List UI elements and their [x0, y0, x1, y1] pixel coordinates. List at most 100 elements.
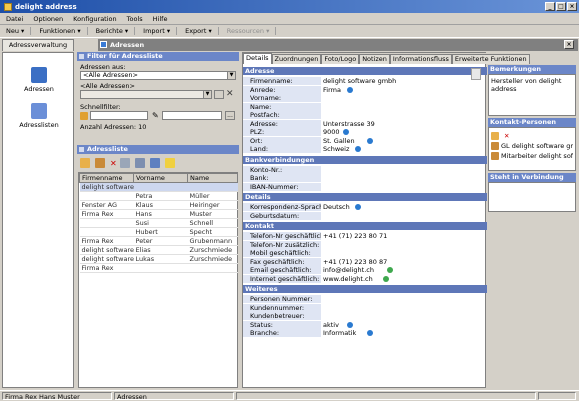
detail-row[interactable]: Konto-Nr.:	[243, 165, 487, 174]
info-icon[interactable]	[347, 321, 353, 328]
delete-icon[interactable]: ✕	[226, 89, 234, 99]
import-button[interactable]: Import ▾	[141, 27, 178, 35]
menu-konfiguration[interactable]: Konfiguration	[73, 15, 116, 23]
detail-row[interactable]: Email geschäftlich: info@delight.ch	[243, 266, 487, 274]
table-row[interactable]: Susi Schnell	[79, 218, 238, 228]
reports-button[interactable]: Berichte ▾	[94, 27, 136, 35]
bemerkungen-box[interactable]: Hersteller von delight address	[488, 74, 576, 116]
detail-row[interactable]: Korrespondenz-Sprache:Deutsch	[243, 203, 487, 211]
list-select[interactable]: ▼	[80, 90, 212, 99]
delete-icon[interactable]: ✕	[504, 132, 509, 140]
detail-row[interactable]: Branche: Informatik	[243, 329, 487, 337]
detail-row[interactable]: Internet geschäftlich: www.delight.ch	[243, 274, 487, 283]
info-icon[interactable]	[355, 204, 361, 210]
export-button[interactable]: Export ▾	[183, 27, 219, 35]
nav-item-adressen[interactable]: Adressen	[13, 67, 65, 93]
table-row[interactable]: delight software gmbh	[79, 182, 238, 192]
detail-row[interactable]: Telefon-Nr zusätzlich:	[243, 240, 487, 249]
pencil-icon[interactable]: ✎	[152, 111, 159, 120]
add-contact-icon[interactable]	[95, 158, 105, 168]
table-row[interactable]: Hubert Specht	[79, 227, 238, 237]
column-header-firmenname[interactable]: Firmenname	[79, 173, 134, 183]
table-row[interactable]: Firma Rex Hans Muster	[79, 209, 238, 219]
menu-optionen[interactable]: Optionen	[33, 15, 63, 23]
info-icon[interactable]	[343, 129, 349, 135]
kontakt-personen-box: ✕ GL delight software gmb Mitarbeiter de…	[488, 127, 576, 171]
resources-button[interactable]: Ressourcen ▾	[225, 27, 277, 35]
info-icon[interactable]	[355, 146, 361, 152]
detail-row[interactable]: Kundenbetreuer:	[243, 312, 487, 320]
edit-list-button[interactable]	[214, 90, 224, 99]
detail-row[interactable]: Vorname:	[243, 94, 487, 102]
maximize-button[interactable]: □	[556, 2, 566, 11]
info-icon[interactable]	[383, 275, 389, 282]
quick-filter-input-1[interactable]	[90, 111, 148, 120]
tab-notizen[interactable]: Notizen	[359, 54, 390, 64]
close-window-button[interactable]: ×	[567, 2, 577, 11]
table-row[interactable]: delight software gmbhLukasZurschmiede	[79, 254, 238, 264]
star-icon[interactable]	[164, 158, 175, 168]
detail-row[interactable]: Fax geschäftlich: +41 (71) 223 80 87	[243, 257, 487, 266]
tab-erweiterte-funktionen[interactable]: Erweiterte Funktionen	[451, 54, 530, 64]
address-list-icon	[31, 103, 47, 119]
copy-icon[interactable]	[134, 158, 145, 168]
detail-row[interactable]: PLZ: 9000	[243, 128, 487, 136]
detail-row[interactable]: Status: aktiv	[243, 320, 487, 329]
table-row[interactable]: Fenster AG Klaus Heiringer	[79, 200, 238, 210]
field-label: Geburtsdatum:	[243, 211, 321, 220]
info-icon[interactable]	[367, 137, 373, 144]
tab-foto-logo[interactable]: Foto/Logo	[321, 54, 360, 64]
detail-row[interactable]: Adresse: Unterstrasse 39	[243, 119, 487, 128]
contact-item[interactable]: GL delight software gmb	[491, 142, 573, 152]
tab-zuordnungen[interactable]: Zuordnungen	[271, 54, 322, 64]
delete-icon[interactable]: ✕	[110, 159, 117, 168]
table-row[interactable]: delight software gmbhEliasZurschmiede	[79, 245, 238, 255]
source-select[interactable]: <Alle Adressen> ▼	[80, 71, 236, 80]
detail-row[interactable]: Anrede: Firma	[243, 85, 487, 94]
menu-datei[interactable]: Datei	[6, 15, 23, 23]
new-button[interactable]: Neu ▾	[4, 27, 32, 35]
refresh-icon[interactable]	[149, 158, 160, 168]
nav-item-adresslisten[interactable]: Adresslisten	[13, 103, 65, 129]
detail-row[interactable]: Kundennummer:	[243, 303, 487, 312]
table-cell: delight software gmbh	[79, 254, 134, 264]
quick-filter-input-2[interactable]	[162, 111, 222, 120]
minimize-button[interactable]: _	[545, 2, 555, 11]
detail-row[interactable]: Geburtsdatum:	[243, 211, 487, 220]
tab-adressen[interactable]: Adressen ×	[98, 39, 578, 51]
add-address-icon[interactable]	[80, 158, 90, 168]
detail-row[interactable]: Name:	[243, 102, 487, 111]
detail-row[interactable]: Telefon-Nr geschäftlich: +41 (71) 223 80 …	[243, 232, 487, 240]
more-button[interactable]: ...	[225, 111, 235, 120]
menu-tools[interactable]: Tools	[127, 15, 143, 23]
info-icon[interactable]	[387, 267, 393, 273]
close-tab-button[interactable]: ×	[564, 40, 574, 49]
table-row[interactable]: Firma Rex	[79, 263, 238, 273]
detail-row[interactable]: Personen Nummer:	[243, 295, 487, 303]
contact-item[interactable]: Mitarbeiter delight softwa	[491, 152, 573, 162]
contact-card-icon[interactable]	[471, 68, 481, 80]
add-contact-icon[interactable]	[491, 132, 499, 140]
detail-row[interactable]: Mobil geschäftlich:	[243, 249, 487, 257]
detail-row[interactable]: Ort: St. Gallen	[243, 136, 487, 145]
address-table: Firmenname Vorname Name delight software…	[78, 172, 238, 388]
tab-details[interactable]: Details	[243, 53, 272, 64]
table-cell	[133, 182, 188, 192]
table-row[interactable]: Petra Müller	[79, 191, 238, 201]
info-icon[interactable]	[367, 330, 373, 336]
tab-adressverwaltung[interactable]: Adressverwaltung	[2, 39, 74, 51]
detail-row[interactable]: Bank:	[243, 174, 487, 182]
column-header-vorname[interactable]: Vorname	[133, 173, 188, 183]
detail-row[interactable]: Postfach:	[243, 111, 487, 119]
detail-row[interactable]: IBAN-Nummer:	[243, 182, 487, 191]
detail-row[interactable]: Firmenname: delight software gmbh	[243, 77, 487, 85]
print-icon[interactable]	[119, 158, 130, 168]
menu-hilfe[interactable]: Hilfe	[153, 15, 168, 23]
column-header-name[interactable]: Name	[187, 173, 238, 183]
detail-row[interactable]: Land: Schweiz	[243, 145, 487, 153]
table-row[interactable]: Firma Rex Peter Grubenmann	[79, 236, 238, 246]
info-icon[interactable]	[347, 86, 353, 93]
field-label: Status:	[243, 320, 321, 329]
functions-button[interactable]: Funktionen ▾	[37, 27, 88, 35]
tab-informationsfluss[interactable]: Informationsfluss	[389, 54, 452, 64]
